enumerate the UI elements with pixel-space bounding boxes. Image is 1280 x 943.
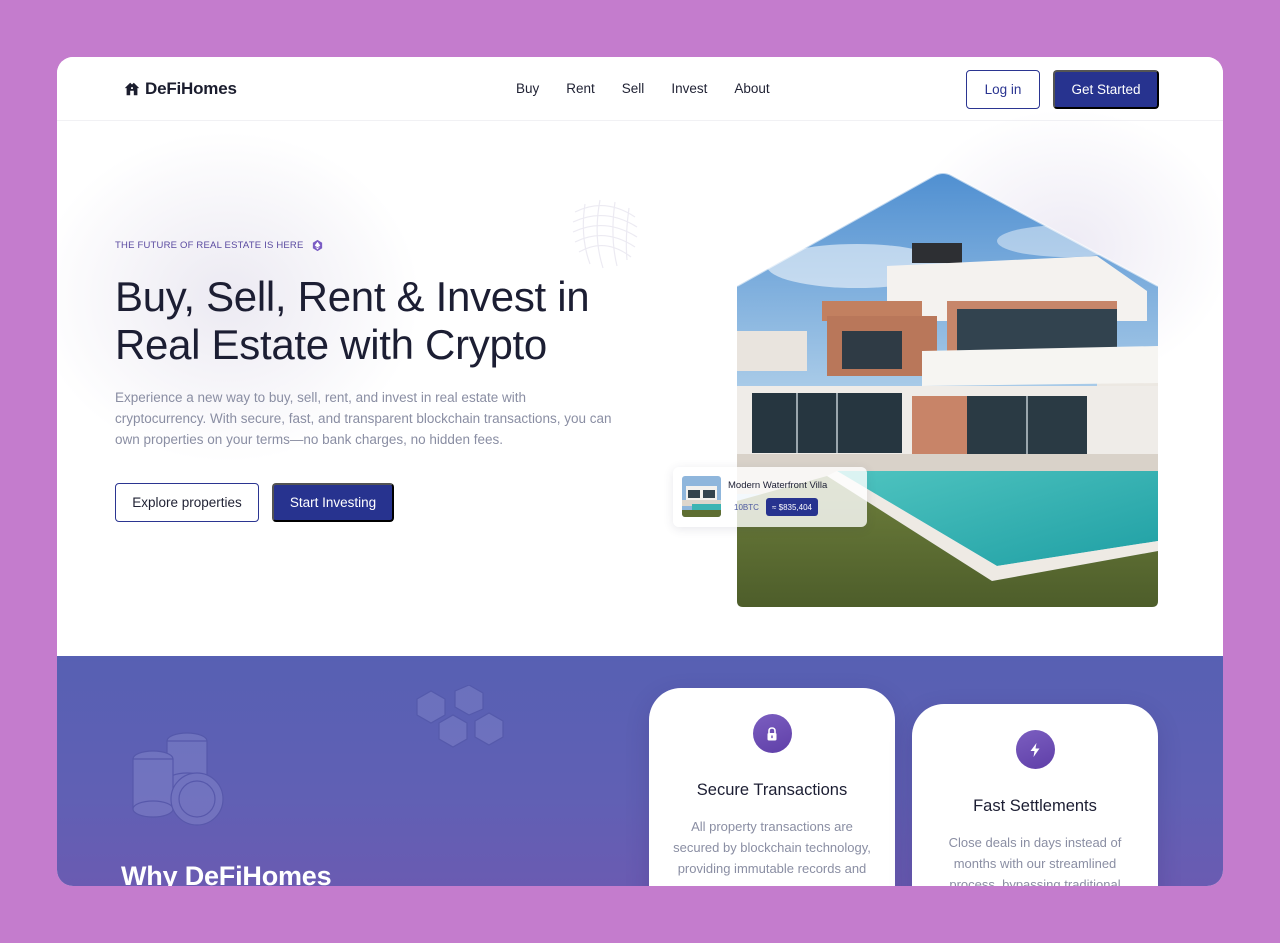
house-logo-icon <box>124 82 140 96</box>
blockchain-blocks-icon <box>416 685 504 748</box>
feature-card-fast: Fast Settlements Close deals in days ins… <box>912 704 1158 886</box>
features-section-title: Why DeFiHomes <box>121 861 332 886</box>
nav-link-invest[interactable]: Invest <box>671 81 707 96</box>
page-frame: DeFiHomes Buy Rent Sell Invest About Log… <box>57 57 1223 886</box>
nav-link-sell[interactable]: Sell <box>622 81 645 96</box>
feature-icon-badge <box>752 714 792 753</box>
ethereum-icon <box>312 239 322 252</box>
nav-link-rent[interactable]: Rent <box>566 81 595 96</box>
listing-thumbnail <box>682 476 721 517</box>
feature-description: Close deals in days instead of months wi… <box>948 835 1122 886</box>
lock-icon <box>767 726 777 740</box>
hero-description: Experience a new way to buy, sell, rent,… <box>115 390 612 447</box>
listing-price-usd: ≈ $835,404 <box>766 498 818 516</box>
listing-price-btc: 10BTC <box>734 503 759 512</box>
feature-description: All property transactions are secured by… <box>673 819 871 876</box>
feature-title: Secure Transactions <box>696 781 848 799</box>
listing-name: Modern Waterfront Villa <box>728 480 828 491</box>
feature-card-secure: Secure Transactions All property transac… <box>649 688 895 886</box>
hero-title-line-2: Real Estate with Crypto <box>115 321 547 368</box>
hero-eyebrow: THE FUTURE OF REAL ESTATE IS HERE <box>115 239 324 252</box>
nav-link-buy[interactable]: Buy <box>516 81 539 96</box>
main-nav: Buy Rent Sell Invest About <box>516 81 797 96</box>
decorative-mesh-icon <box>572 199 638 269</box>
nav-link-about[interactable]: About <box>734 81 769 96</box>
hero-title: Buy, Sell, Rent & Invest in Real Estate … <box>115 273 635 369</box>
explore-properties-button[interactable]: Explore properties <box>115 483 259 522</box>
eyebrow-text: THE FUTURE OF REAL ESTATE IS HERE <box>115 240 304 251</box>
property-listing-card[interactable]: Modern Waterfront Villa 10BTC ≈ $835,404 <box>673 467 867 527</box>
feature-icon-badge <box>1015 730 1055 769</box>
hero-title-line-1: Buy, Sell, Rent & Invest in <box>115 273 590 320</box>
start-investing-button[interactable]: Start Investing <box>272 483 394 522</box>
brand-name: DeFiHomes <box>145 79 237 98</box>
logo[interactable]: DeFiHomes <box>123 79 237 99</box>
hero-property-image <box>736 171 1159 607</box>
crypto-coins-icon <box>132 732 224 826</box>
lightning-icon <box>1030 742 1040 757</box>
feature-title: Fast Settlements <box>973 797 1097 815</box>
